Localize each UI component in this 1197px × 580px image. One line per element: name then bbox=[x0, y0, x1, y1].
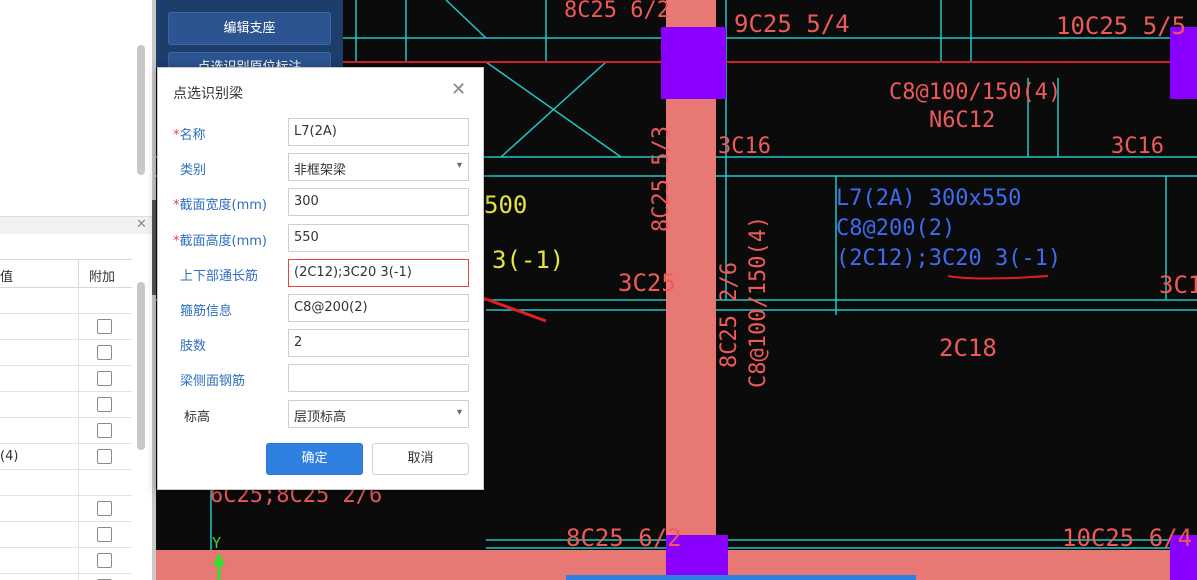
long-rebar-row: 上下部通长筋 (2C12);3C20 3(-1) bbox=[158, 259, 485, 287]
cad-highlight-label: (2C12);3C20 3(-1) bbox=[836, 246, 1062, 271]
name-field[interactable]: L7(2A) bbox=[288, 118, 469, 146]
elevation-label: 标高 bbox=[184, 410, 211, 425]
long-rebar-field[interactable]: (2C12);3C20 3(-1) bbox=[288, 259, 469, 287]
property-row[interactable] bbox=[0, 340, 132, 366]
cad-label-vertical: C8@100/150(4) bbox=[746, 215, 771, 388]
property-row[interactable] bbox=[0, 366, 132, 392]
type-label: 类别 bbox=[180, 163, 207, 178]
type-row: 类别 非框架梁 bbox=[158, 153, 485, 181]
col-value-header: 值 bbox=[0, 270, 14, 285]
dialog-title: 点选识别梁 bbox=[173, 86, 243, 102]
property-row[interactable] bbox=[0, 418, 132, 444]
width-field[interactable]: 300 bbox=[288, 188, 469, 216]
stirrup-field[interactable]: C8@200(2) bbox=[288, 294, 469, 322]
extra-checkbox[interactable] bbox=[97, 319, 112, 334]
cad-label: 10C25 6/4 bbox=[1062, 524, 1193, 552]
y-axis-label: Y bbox=[212, 534, 222, 552]
extra-cell bbox=[78, 522, 132, 547]
cad-highlight-label: L7(2A) 300x550 bbox=[836, 186, 1022, 211]
extra-checkbox[interactable] bbox=[97, 501, 112, 516]
extra-cell bbox=[78, 288, 132, 313]
property-row[interactable] bbox=[0, 574, 132, 580]
cad-label: 3C25 bbox=[618, 269, 676, 297]
property-panel: ✕ 值 附加 (4) bbox=[0, 0, 152, 580]
name-label: *名称 bbox=[173, 128, 206, 143]
legs-row: 肢数 2 bbox=[158, 329, 485, 357]
col-extra-header: 附加 bbox=[78, 260, 132, 288]
property-row[interactable] bbox=[0, 392, 132, 418]
property-row[interactable] bbox=[0, 496, 132, 522]
property-table-header: 值 附加 bbox=[0, 259, 132, 288]
extra-checkbox[interactable] bbox=[97, 345, 112, 360]
extra-cell bbox=[78, 314, 132, 339]
extra-checkbox[interactable] bbox=[97, 553, 112, 568]
property-value: (4) bbox=[0, 449, 19, 464]
close-icon[interactable]: ✕ bbox=[451, 79, 466, 100]
cad-label: N6C12 bbox=[929, 108, 996, 133]
edit-support-button[interactable]: 编辑支座 bbox=[168, 12, 331, 45]
tool-side-panel: 编辑支座 点选识别原位标注 bbox=[156, 0, 343, 82]
height-field[interactable]: 550 bbox=[288, 224, 469, 252]
extra-cell bbox=[78, 444, 132, 469]
extra-cell bbox=[78, 340, 132, 365]
long-rebar-label: 上下部通长筋 bbox=[180, 269, 259, 284]
ok-button[interactable]: 确定 bbox=[266, 443, 363, 475]
type-select[interactable]: 非框架梁 bbox=[288, 153, 469, 181]
side-rebar-field[interactable] bbox=[288, 364, 469, 392]
extra-cell bbox=[78, 392, 132, 417]
cad-label: 9C25 5/4 bbox=[734, 10, 850, 38]
extra-checkbox[interactable] bbox=[97, 423, 112, 438]
side-rebar-label: 梁侧面钢筋 bbox=[180, 374, 246, 389]
cad-label: 2C18 bbox=[939, 334, 997, 362]
cad-label: C8@100/150(4) bbox=[889, 80, 1062, 105]
width-row: *截面宽度(mm) 300 bbox=[158, 188, 485, 216]
cad-highlight-label: C8@200(2) bbox=[836, 216, 956, 241]
property-row[interactable] bbox=[0, 522, 132, 548]
cad-label: 500 bbox=[484, 191, 528, 219]
property-row[interactable] bbox=[0, 288, 132, 314]
legs-label: 肢数 bbox=[180, 339, 207, 354]
cad-label-vertical: 8C25 5/3 bbox=[649, 126, 674, 232]
pick-recognize-beam-dialog: 点选识别梁 ✕ *名称 L7(2A) 类别 非框架梁 *截面宽度(mm) 300… bbox=[157, 67, 484, 490]
extra-checkbox[interactable] bbox=[97, 371, 112, 386]
height-label: *截面高度(mm) bbox=[173, 234, 267, 249]
width-label: *截面宽度(mm) bbox=[173, 198, 267, 213]
height-row: *截面高度(mm) 550 bbox=[158, 224, 485, 252]
property-row[interactable] bbox=[0, 470, 132, 496]
property-table-body: (4) bbox=[0, 288, 132, 580]
elevation-select[interactable]: 层顶标高 bbox=[288, 400, 469, 428]
side-rebar-row: 梁侧面钢筋 bbox=[158, 364, 485, 392]
property-scrollbar[interactable] bbox=[137, 282, 145, 450]
extra-cell bbox=[78, 548, 132, 573]
extra-cell bbox=[78, 366, 132, 391]
extra-cell bbox=[78, 470, 132, 495]
property-scrollbar-top[interactable] bbox=[137, 45, 145, 175]
cad-label: 8C25 6/2 bbox=[564, 0, 670, 23]
property-row[interactable] bbox=[0, 314, 132, 340]
cad-label: 3C16 bbox=[1159, 271, 1197, 299]
close-icon[interactable]: ✕ bbox=[136, 217, 147, 232]
property-row[interactable]: (4) bbox=[0, 444, 132, 470]
cad-label: 8C25 6/2 bbox=[566, 524, 682, 552]
extra-cell bbox=[78, 418, 132, 443]
cancel-button[interactable]: 取消 bbox=[372, 443, 469, 475]
legs-field[interactable]: 2 bbox=[288, 329, 469, 357]
property-row[interactable] bbox=[0, 548, 132, 574]
stirrup-row: 箍筋信息 C8@200(2) bbox=[158, 294, 485, 322]
extra-checkbox[interactable] bbox=[97, 397, 112, 412]
cad-label: 3C16 bbox=[1111, 134, 1164, 159]
panel-divider bbox=[0, 216, 152, 234]
extra-checkbox[interactable] bbox=[97, 527, 112, 542]
cad-label: 3(-1) bbox=[492, 246, 565, 274]
cad-label: 10C25 5/5 bbox=[1056, 12, 1187, 40]
extra-cell bbox=[78, 496, 132, 521]
extra-cell bbox=[78, 574, 132, 580]
extra-checkbox[interactable] bbox=[97, 449, 112, 464]
name-row: *名称 L7(2A) bbox=[158, 118, 485, 146]
cad-label-vertical: 8C25 2/6 bbox=[717, 262, 742, 368]
elevation-row: 标高 层顶标高 bbox=[158, 400, 485, 428]
stirrup-label: 箍筋信息 bbox=[180, 304, 233, 319]
cad-label: 3C16 bbox=[718, 134, 771, 159]
